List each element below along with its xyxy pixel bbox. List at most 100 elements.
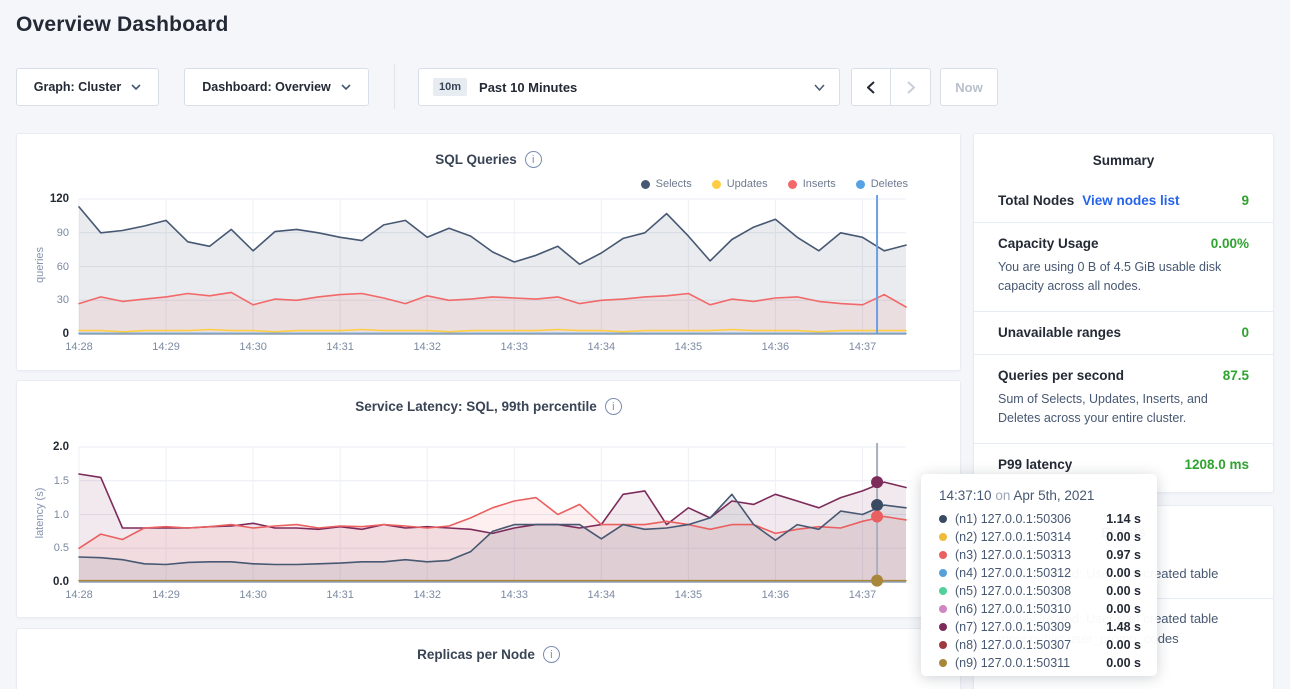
- series-color-dot: [939, 659, 947, 667]
- sql-queries-plot[interactable]: [79, 199, 906, 334]
- legend-dot: [641, 180, 650, 189]
- chevron-down-icon: [131, 84, 141, 90]
- chevron-down-icon: [814, 84, 825, 91]
- tooltip-row: (n3) 127.0.0.1:50313 0.97 s: [939, 546, 1141, 564]
- chart-title: SQL Queries: [435, 152, 517, 167]
- chevron-left-icon: [867, 81, 875, 94]
- legend-item-inserts[interactable]: Inserts: [788, 178, 836, 190]
- chart-title: Replicas per Node: [417, 647, 535, 662]
- time-range-picker[interactable]: 10m Past 10 Minutes: [418, 68, 840, 106]
- chevron-down-icon: [341, 84, 351, 90]
- hover-dot: [871, 575, 883, 587]
- summary-row-label: Total Nodes: [998, 193, 1074, 208]
- x-tick-label: 14:36: [743, 589, 807, 601]
- service-latency-plot[interactable]: [79, 447, 906, 582]
- tooltip-node-label: (n3) 127.0.0.1:50313: [955, 548, 1071, 562]
- legend-item-deletes[interactable]: Deletes: [856, 178, 908, 190]
- tooltip-node-value: 0.00 s: [1106, 602, 1141, 616]
- summary-row: Queries per second87.5Sum of Selects, Up…: [974, 354, 1273, 443]
- time-next-button[interactable]: [890, 68, 931, 106]
- x-tick-label: 14:32: [395, 589, 459, 601]
- tooltip-node-label: (n9) 127.0.0.1:50311: [955, 656, 1070, 670]
- dashboard-dropdown-label: Dashboard: Overview: [202, 80, 331, 94]
- sql-queries-card: SQL Queries i Selects Updates Inserts Delet…: [16, 133, 961, 371]
- page-title: Overview Dashboard: [16, 13, 229, 37]
- info-icon[interactable]: i: [525, 151, 542, 168]
- chart-hover-tooltip: 14:37:10 on Apr 5th, 2021 (n1) 127.0.0.1…: [921, 474, 1157, 676]
- x-tick-label: 14:32: [395, 341, 459, 353]
- tooltip-row: (n8) 127.0.0.1:503070.00 s: [939, 636, 1141, 654]
- x-tick-label: 14:35: [656, 341, 720, 353]
- tooltip-row: (n6) 127.0.0.1:50310 0.00 s: [939, 600, 1141, 618]
- summary-row-label: Queries per second: [998, 368, 1124, 383]
- legend-item-selects[interactable]: Selects: [641, 178, 692, 190]
- info-icon[interactable]: i: [605, 398, 622, 415]
- y-tick-label: 30: [17, 294, 69, 306]
- legend-label: Updates: [727, 178, 768, 190]
- tooltip-node-value: 0.00 s: [1106, 638, 1141, 652]
- series-color-dot: [939, 605, 947, 613]
- tooltip-row: (n7) 127.0.0.1:503091.48 s: [939, 618, 1141, 636]
- dashboard-dropdown[interactable]: Dashboard: Overview: [184, 68, 369, 106]
- tooltip-node-value: 0.97 s: [1106, 548, 1141, 562]
- time-prev-button[interactable]: [851, 68, 891, 106]
- x-tick-label: 14:35: [656, 589, 720, 601]
- replicas-per-node-card: Replicas per Node i: [16, 628, 961, 689]
- summary-row: Capacity Usage 0.00% You are using 0 B of …: [974, 222, 1273, 311]
- y-tick-label: 0.5: [17, 542, 69, 554]
- x-tick-label: 14:31: [308, 589, 372, 601]
- series-color-dot: [939, 551, 947, 559]
- y-tick-label: 1.0: [17, 509, 69, 521]
- summary-row-value: 1208.0 ms: [1184, 457, 1249, 472]
- chart-legend: Selects Updates Inserts Deletes: [641, 178, 908, 190]
- time-range-badge: 10m: [433, 78, 467, 96]
- series-color-dot: [939, 641, 947, 649]
- tooltip-node-value: 1.48 s: [1106, 620, 1141, 634]
- x-tick-label: 14:36: [743, 341, 807, 353]
- summary-row: Total NodesView nodes list9: [974, 180, 1273, 222]
- tooltip-row: (n4) 127.0.0.1:503120.00 s: [939, 564, 1141, 582]
- tooltip-node-label: (n6) 127.0.0.1:50310: [955, 602, 1071, 616]
- summary-row-subtext: You are using 0 B of 4.5 GiB usable disk…: [998, 258, 1249, 297]
- x-tick-label: 14:37: [830, 589, 894, 601]
- now-button[interactable]: Now: [940, 68, 998, 106]
- legend-label: Selects: [656, 178, 692, 190]
- tooltip-row: (n5) 127.0.0.1:503080.00 s: [939, 582, 1141, 600]
- summary-row-label: Capacity Usage: [998, 236, 1099, 251]
- y-tick-label: 0.0: [17, 576, 69, 588]
- summary-row-value: 0: [1241, 325, 1249, 340]
- legend-dot: [712, 180, 721, 189]
- x-tick-label: 14:29: [134, 589, 198, 601]
- legend-item-updates[interactable]: Updates: [712, 178, 768, 190]
- hover-dot: [871, 511, 883, 523]
- x-tick-label: 14:29: [134, 341, 198, 353]
- y-tick-label: 0: [17, 328, 69, 340]
- legend-label: Deletes: [871, 178, 908, 190]
- y-tick-label: 1.5: [17, 475, 69, 487]
- x-tick-label: 14:33: [482, 589, 546, 601]
- summary-row: Unavailable ranges0: [974, 311, 1273, 354]
- legend-dot: [788, 180, 797, 189]
- overview-dashboard-screen: Overview Dashboard Graph: Cluster Dashbo…: [0, 0, 1290, 689]
- tooltip-node-value: 0.00 s: [1106, 656, 1141, 670]
- summary-row-value: 0.00%: [1211, 236, 1249, 251]
- summary-row-head: Capacity Usage 0.00%: [998, 236, 1249, 251]
- summary-title: Summary: [974, 134, 1273, 168]
- summary-row-link[interactable]: View nodes list: [1082, 193, 1179, 208]
- x-tick-label: 14:28: [47, 341, 111, 353]
- graph-dropdown[interactable]: Graph: Cluster: [16, 68, 159, 106]
- x-tick-label: 14:30: [221, 341, 285, 353]
- tooltip-row: (n1) 127.0.0.1:503061.14 s: [939, 510, 1141, 528]
- x-tick-label: 14:34: [569, 589, 633, 601]
- tooltip-node-label: (n1) 127.0.0.1:50306: [955, 512, 1071, 526]
- sql-queries-svg: [79, 199, 906, 334]
- tooltip-node-label: (n5) 127.0.0.1:50308: [955, 584, 1071, 598]
- info-icon[interactable]: i: [543, 646, 560, 663]
- tooltip-rows: (n1) 127.0.0.1:503061.14 s(n2) 127.0.0.1…: [939, 510, 1141, 672]
- x-tick-label: 14:30: [221, 589, 285, 601]
- tooltip-row: (n2) 127.0.0.1:503140.00 s: [939, 528, 1141, 546]
- hover-dot: [871, 499, 883, 511]
- x-tick-label: 14:37: [830, 341, 894, 353]
- summary-panel: Summary Total NodesView nodes list9Capac…: [973, 133, 1274, 493]
- tooltip-row: (n9) 127.0.0.1:50311 0.00 s: [939, 654, 1141, 672]
